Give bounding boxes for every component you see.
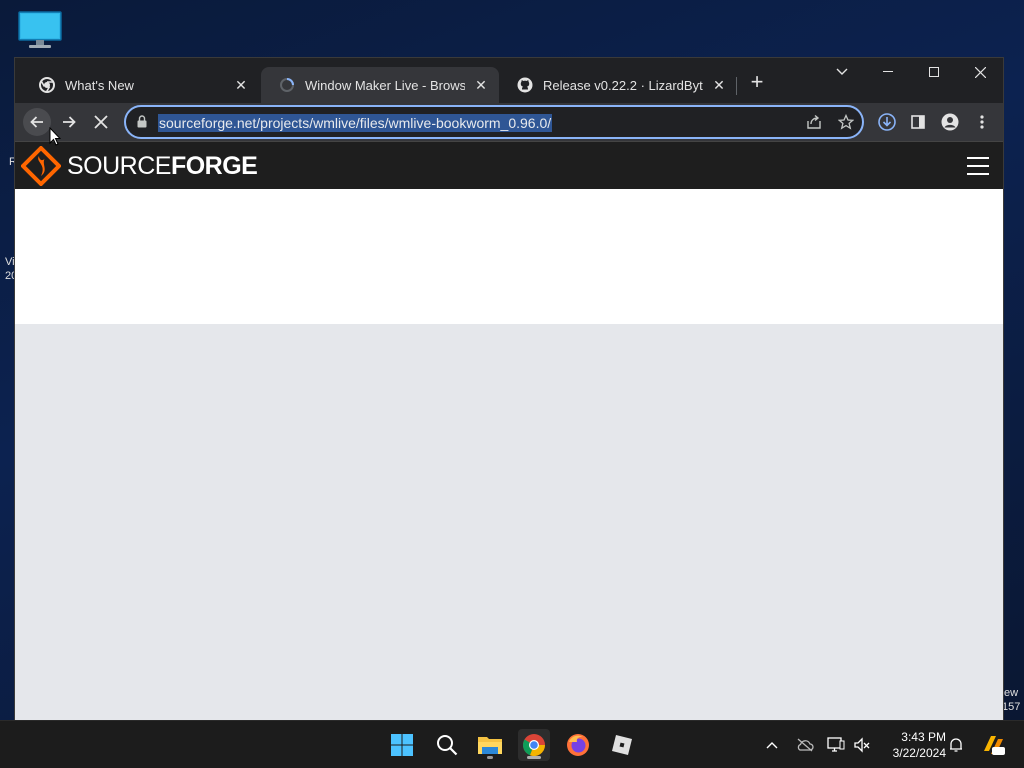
chrome-taskbar-button[interactable] [518,729,550,761]
downloads-button[interactable] [873,108,901,136]
side-panel-button[interactable] [904,108,932,136]
lock-icon[interactable] [137,115,147,133]
cloud-offline-icon [797,738,814,752]
clock-time: 3:43 PM [901,730,946,744]
side-panel-icon [911,115,925,129]
start-button[interactable] [386,729,418,761]
this-pc-desktop-icon[interactable] [17,10,63,50]
bell-icon [950,738,962,752]
taskbar: 3:43 PM 3/22/2024 [0,720,1024,768]
page-content-top [15,189,1003,324]
onedrive-tray-icon[interactable] [795,735,815,755]
tab-whats-new[interactable]: What's New ✕ [21,67,259,103]
sourceforge-diamond-icon [21,146,61,186]
notifications-button[interactable] [946,735,966,755]
stop-icon [94,115,108,129]
chrome-icon [39,77,55,93]
forward-arrow-icon [63,116,76,128]
tab-title: Release v0.22.2 · LizardByte/Sun [543,77,703,93]
site-header: SOURCEFORGE [15,141,1003,189]
menu-button[interactable] [968,108,996,136]
clock-date: 3/22/2024 [892,746,946,760]
volume-tray-icon[interactable] [852,735,872,755]
tab-window-maker-live[interactable]: Window Maker Live - Browse /w ✕ [261,67,499,103]
tab-github-release[interactable]: Release v0.22.2 · LizardByte/Sun ✕ [499,67,737,103]
url-text: sourceforge.net/projects/wmlive/files/wm… [158,114,553,132]
network-icon [827,737,845,752]
folder-icon [478,737,502,754]
chrome-color-icon [522,734,546,757]
stop-loading-button[interactable] [87,108,115,136]
roblox-taskbar-button[interactable] [606,729,638,761]
share-icon[interactable] [806,114,822,135]
running-indicator [487,756,493,759]
network-tray-icon[interactable] [826,735,846,755]
minimize-button[interactable] [865,58,911,86]
bookmark-star-icon[interactable] [837,113,855,135]
desktop-text-fragment: 157 [1002,701,1021,713]
system-clock[interactable]: 3:43 PM 3/22/2024 [880,729,946,761]
firefox-icon [567,734,589,756]
sourceforge-wordmark: SOURCEFORGE [67,151,258,180]
chevron-up-icon [766,742,778,749]
maximize-button[interactable] [911,58,957,86]
search-icon [437,735,458,756]
kebab-menu-icon [980,115,984,129]
back-button[interactable] [23,108,51,136]
roblox-icon [612,735,632,755]
close-tab-icon[interactable]: ✕ [233,77,249,93]
loading-icon [279,77,295,93]
copilot-icon [984,736,1005,755]
tab-strip: What's New ✕ Window Maker Live - Browse … [15,58,1003,103]
tab-title: What's New [65,77,134,93]
close-tab-icon[interactable]: ✕ [711,77,727,93]
tab-separator [736,77,737,95]
search-button[interactable] [431,729,463,761]
github-icon [517,77,533,93]
desktop-text-fragment: ew [1004,687,1019,699]
windows-logo-icon [391,734,413,756]
tab-search-button[interactable] [819,58,865,86]
download-icon [878,113,896,131]
close-window-button[interactable] [957,58,1003,86]
browser-window: What's New ✕ Window Maker Live - Browse … [14,57,1004,721]
mouse-cursor-icon [49,127,61,146]
profile-icon [941,113,959,131]
firefox-taskbar-button[interactable] [562,729,594,761]
show-hidden-icons-button[interactable] [762,735,782,755]
toolbar: sourceforge.net/projects/wmlive/files/wm… [15,103,1003,141]
new-tab-button[interactable]: + [745,71,769,95]
hamburger-menu-icon[interactable] [967,157,989,175]
page-content-body [15,324,1003,721]
sourceforge-logo[interactable]: SOURCEFORGE [21,146,258,186]
address-bar[interactable]: sourceforge.net/projects/wmlive/files/wm… [124,105,864,139]
close-tab-icon[interactable]: ✕ [473,77,489,93]
volume-muted-icon [854,737,870,753]
back-arrow-icon [30,116,43,128]
profile-button[interactable] [936,108,964,136]
active-indicator [527,756,541,759]
file-explorer-button[interactable] [474,729,506,761]
tab-title: Window Maker Live - Browse /w [305,77,465,93]
copilot-preview-button[interactable] [981,733,1005,757]
